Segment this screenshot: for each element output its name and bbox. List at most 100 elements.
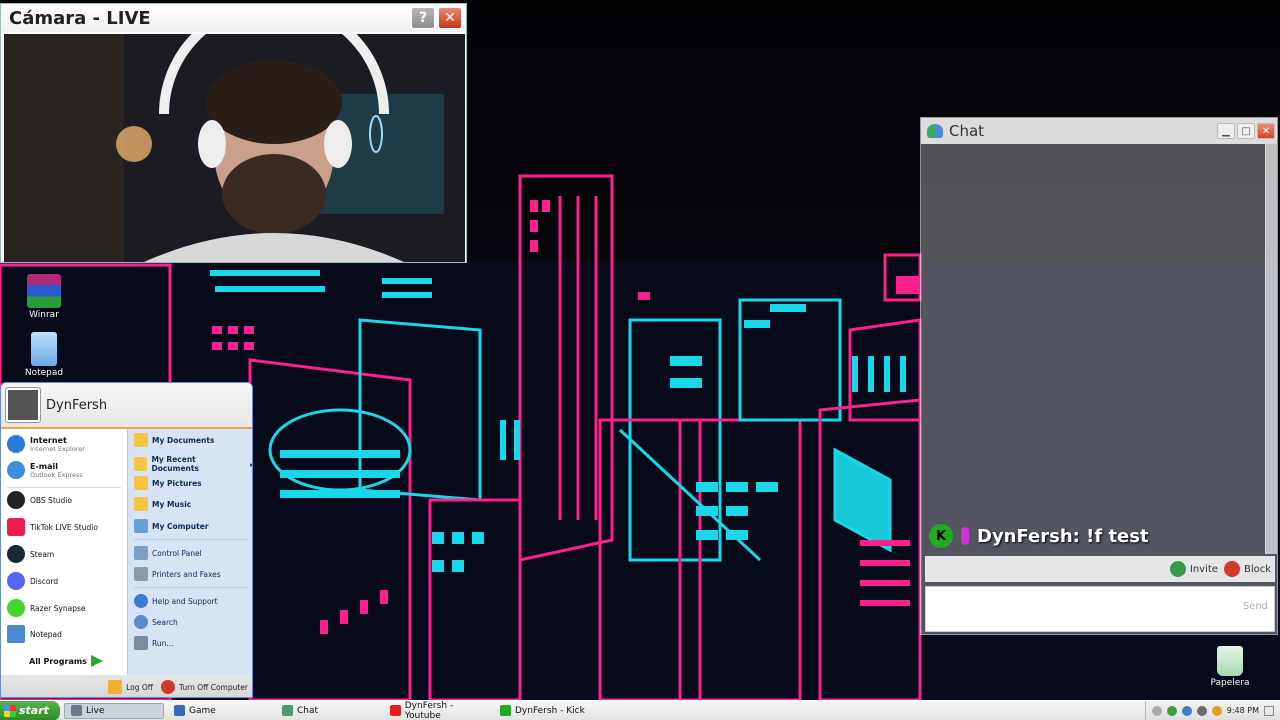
- steam-icon: [7, 545, 25, 563]
- desktop-icon-recycle-bin[interactable]: Papelera: [1198, 646, 1262, 688]
- run-icon: [134, 636, 148, 650]
- log-off-button[interactable]: Log Off: [108, 680, 153, 694]
- webcam-feed: [4, 34, 465, 262]
- invite-button[interactable]: Invite: [1169, 561, 1218, 577]
- system-tray: 9:48 PM: [1144, 700, 1280, 720]
- start-item-my-documents[interactable]: My Documents: [134, 433, 214, 447]
- start-item-my-recent-documents[interactable]: My Recent Documents ▸: [134, 455, 252, 473]
- discord-icon: [7, 572, 25, 590]
- start-item-discord[interactable]: Discord: [7, 572, 58, 590]
- notepad-icon: [31, 332, 57, 366]
- chat-people-icon: [927, 124, 943, 138]
- turn-off-button[interactable]: Turn Off Computer: [160, 680, 248, 694]
- chat-toolbar: Invite Block: [925, 556, 1275, 582]
- chat-username: DynFersh: [977, 525, 1073, 547]
- desktop-icon-winrar[interactable]: Winrar: [12, 274, 76, 320]
- recent-docs-icon: [134, 457, 148, 471]
- avatar[interactable]: [6, 388, 40, 422]
- start-menu-programs: Internet Internet Explorer E-mail Outloo…: [1, 429, 127, 675]
- chat-text: !f test: [1086, 525, 1149, 547]
- taskbar-item-kick[interactable]: DynFersh - Kick: [494, 703, 598, 719]
- close-button[interactable]: ✕: [438, 7, 462, 29]
- all-programs-button[interactable]: All Programs: [29, 655, 103, 667]
- chat-window-titlebar[interactable]: Chat ▁ □ ✕: [921, 118, 1277, 144]
- notepad-icon: [7, 625, 25, 643]
- start-item-obs[interactable]: OBS Studio: [7, 491, 72, 509]
- desktop-icon-notepad[interactable]: Notepad: [12, 332, 76, 378]
- game-icon: [174, 705, 185, 716]
- start-item-my-pictures[interactable]: My Pictures: [134, 476, 202, 490]
- start-item-tiktok[interactable]: TikTok LIVE Studio: [7, 518, 98, 536]
- start-item-run[interactable]: Run...: [134, 636, 174, 650]
- start-menu-username: DynFersh: [46, 397, 108, 413]
- volume-icon[interactable]: [1196, 705, 1207, 716]
- submenu-arrow-icon: ▸: [250, 460, 252, 469]
- block-icon: [1223, 561, 1240, 577]
- help-icon: [134, 594, 148, 608]
- chat-input[interactable]: Send: [925, 586, 1275, 632]
- update-icon[interactable]: [1211, 705, 1222, 716]
- tiktok-icon: [7, 518, 25, 536]
- folder-icon: [134, 433, 148, 447]
- windows-logo-icon: [4, 704, 16, 717]
- clock[interactable]: 9:48 PM: [1227, 706, 1259, 715]
- obs-icon: [7, 491, 25, 509]
- close-button[interactable]: ✕: [1257, 123, 1275, 139]
- youtube-icon: [390, 705, 401, 716]
- start-item-printers[interactable]: Printers and Faxes: [134, 567, 221, 581]
- chat-window[interactable]: Chat ▁ □ ✕ K DynFersh: !f test Invite Bl…: [920, 117, 1278, 635]
- razer-icon: [7, 599, 25, 617]
- internet-explorer-icon: [7, 435, 25, 453]
- show-desktop-icon[interactable]: [1264, 705, 1274, 716]
- recycle-bin-icon: [1217, 646, 1243, 676]
- start-item-steam[interactable]: Steam: [7, 545, 54, 563]
- block-button[interactable]: Block: [1223, 561, 1271, 577]
- start-item-search[interactable]: Search: [134, 615, 178, 629]
- start-item-notepad[interactable]: Notepad: [7, 625, 62, 643]
- maximize-button[interactable]: □: [1237, 123, 1255, 139]
- network-icon[interactable]: [1181, 705, 1192, 716]
- chat-icon: [282, 705, 293, 716]
- power-icon: [160, 680, 175, 694]
- taskbar: start Live Game Chat DynFersh - Youtube …: [0, 700, 1280, 720]
- taskbar-item-game[interactable]: Game: [168, 703, 272, 719]
- camera-window-titlebar[interactable]: Cámara - LIVE ? ✕: [1, 4, 466, 32]
- start-item-help[interactable]: Help and Support: [134, 594, 218, 608]
- printer-icon: [134, 567, 148, 581]
- start-menu-footer: Log Off Turn Off Computer: [1, 675, 252, 697]
- start-menu: DynFersh Internet Internet Explorer E-ma…: [0, 382, 253, 698]
- start-menu-places: My Documents My Recent Documents ▸ My Pi…: [127, 429, 252, 675]
- arrow-right-icon: [90, 655, 103, 667]
- shield-icon[interactable]: [1166, 705, 1177, 716]
- camera-window[interactable]: Cámara - LIVE ? ✕: [0, 3, 467, 263]
- invite-icon: [1169, 561, 1186, 577]
- computer-icon: [134, 519, 148, 533]
- webcam-image: [4, 34, 465, 262]
- start-button[interactable]: start: [0, 700, 60, 720]
- log-off-icon: [108, 680, 123, 694]
- kick-badge-icon: K: [929, 524, 953, 548]
- camera-window-title: Cámara - LIVE: [9, 7, 151, 29]
- chat-message-area[interactable]: [921, 144, 1267, 554]
- taskbar-item-youtube[interactable]: DynFersh - Youtube: [384, 701, 490, 720]
- tray-arrow-icon[interactable]: [1151, 705, 1162, 716]
- chat-message: K DynFersh: !f test: [929, 524, 1149, 548]
- search-icon: [134, 615, 148, 629]
- send-button[interactable]: Send: [1243, 601, 1268, 612]
- control-panel-icon: [134, 546, 148, 560]
- help-button[interactable]: ?: [411, 7, 435, 29]
- music-icon: [134, 497, 148, 511]
- window-icon: [71, 705, 82, 716]
- start-item-my-computer[interactable]: My Computer: [134, 519, 209, 533]
- start-item-razer[interactable]: Razer Synapse: [7, 599, 86, 617]
- start-item-internet[interactable]: Internet Internet Explorer: [7, 435, 85, 453]
- taskbar-item-live[interactable]: Live: [64, 702, 164, 719]
- outlook-express-icon: [7, 461, 25, 479]
- start-item-my-music[interactable]: My Music: [134, 497, 191, 511]
- user-badge-icon: [961, 527, 969, 545]
- start-item-control-panel[interactable]: Control Panel: [134, 546, 202, 560]
- chat-scrollbar[interactable]: [1265, 144, 1277, 554]
- minimize-button[interactable]: ▁: [1217, 123, 1235, 139]
- taskbar-item-chat[interactable]: Chat: [276, 703, 380, 719]
- start-item-email[interactable]: E-mail Outlook Express: [7, 461, 83, 479]
